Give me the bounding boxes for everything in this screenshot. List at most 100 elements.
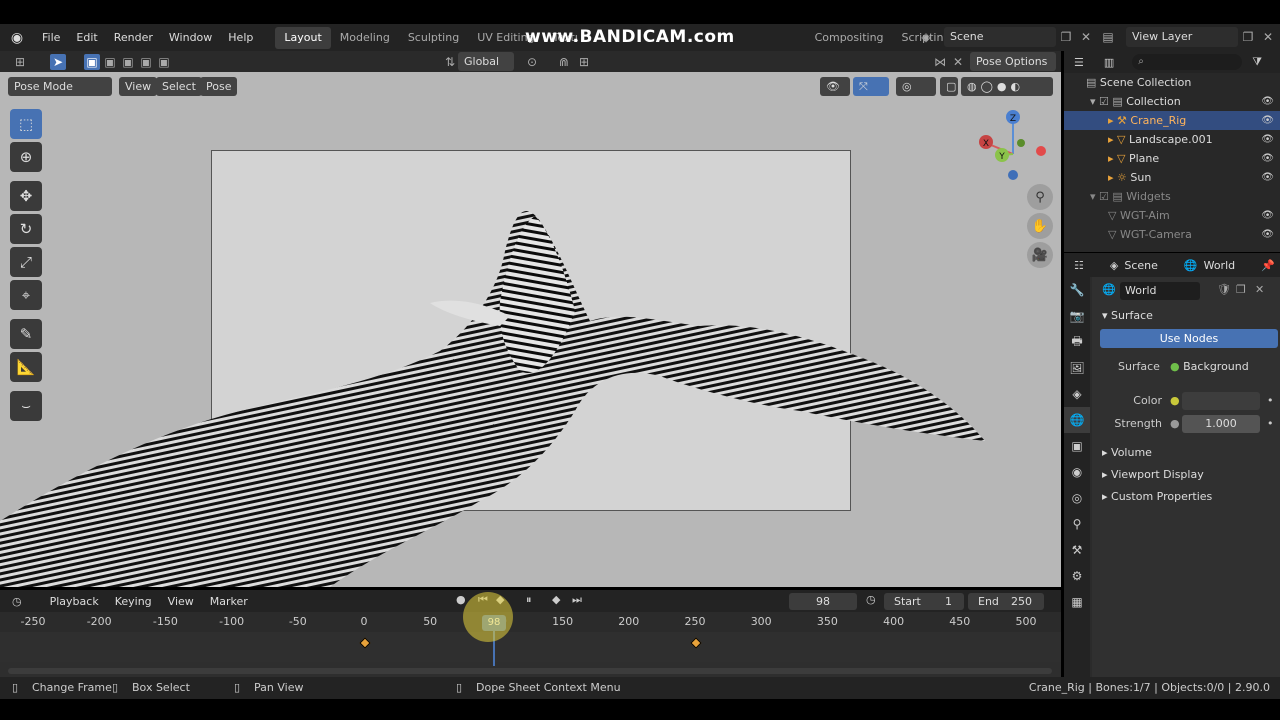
render-tab-icon[interactable]: 📷 [1064,303,1090,329]
outliner-row-collection[interactable]: ▾ ☑ ▤ Collection 👁 [1064,92,1280,111]
view-layer-icon[interactable]: ▤ [1100,29,1116,45]
volume-panel-header[interactable]: ▸ Volume [1092,442,1280,464]
outliner-row-sun[interactable]: ▸ ☼ Sun 👁 [1064,168,1280,187]
outliner-row-scene-collection[interactable]: ▤ Scene Collection [1064,73,1280,92]
outliner-row-crane-rig[interactable]: ▸ ⚒ Crane_Rig 👁 [1064,111,1280,130]
3d-viewport[interactable]: ⊞ ➤ ▣ ▣ ▣ ▣ ▣ ⇅ Global ⊙ ⋒ ⊞ ⋈ ✕ Pose Op… [0,51,1061,587]
fake-user-icon[interactable]: 🛡 [1217,283,1231,296]
bone-size-tool-icon[interactable]: ⌣ [10,391,42,421]
cursor-tool-icon[interactable]: ⊕ [10,142,42,172]
pan-hand-icon[interactable]: ✋ [1027,213,1053,239]
data-tab-icon[interactable]: ⚒ [1064,537,1090,563]
eye-icon[interactable]: 👁 [1261,111,1274,130]
keyframe-dot-icon[interactable]: • [1267,417,1274,430]
unlink-world-icon[interactable]: ✕ [1255,283,1264,296]
outliner-type-icon[interactable]: ☰ [1074,56,1084,69]
gizmo-neg-y[interactable] [1017,139,1025,147]
eye-icon[interactable]: 👁 [1261,225,1274,244]
surface-shader-field[interactable]: ● Background [1170,360,1249,373]
timeline-menu-playback[interactable]: Playback [50,595,99,608]
record-icon[interactable]: ● [456,593,466,606]
tab-compositing[interactable]: Compositing [806,27,893,49]
eye-icon[interactable]: 👁 [1261,206,1274,225]
constraint-tab-icon[interactable]: ⚲ [1064,511,1090,537]
timeline-keyframe-track[interactable] [0,632,1061,662]
menu-help[interactable]: Help [220,24,261,51]
menu-file[interactable]: File [34,24,68,51]
pause-icon[interactable]: ⏸ [526,593,532,607]
viewport-display-panel-header[interactable]: ▸ Viewport Display [1092,464,1280,486]
expand-arrow-icon[interactable]: ▾ ☑ ▤ [1090,95,1126,108]
menu-edit[interactable]: Edit [68,24,105,51]
select-box-tool-icon[interactable]: ⬚ [10,109,42,139]
jump-end-icon[interactable]: ⏭ [572,593,582,607]
tab-modeling[interactable]: Modeling [331,27,399,49]
view-layer-tab-icon[interactable]: 🖼 [1064,355,1090,381]
gizmo-neg-x[interactable] [1036,146,1046,156]
navigation-gizmo[interactable]: Z X Y [975,107,1055,187]
timeline-menu-view[interactable]: View [168,595,194,608]
new-world-icon[interactable]: ❐ [1236,283,1246,296]
custom-properties-panel-header[interactable]: ▸ Custom Properties [1092,486,1280,508]
strength-field[interactable]: 1.000 [1182,415,1260,433]
output-tab-icon[interactable]: 🖶 [1064,329,1090,355]
scene-breadcrumb[interactable]: Scene [1124,259,1158,272]
rotate-tool-icon[interactable]: ↻ [10,214,42,244]
start-frame-field[interactable]: Start 1 [884,593,964,610]
eye-icon[interactable]: 👁 [1261,149,1274,168]
new-view-layer-icon[interactable]: ❐ [1240,29,1256,45]
pin-icon[interactable]: 📌 [1261,259,1275,272]
physics-tab-icon[interactable]: ◎ [1064,485,1090,511]
expand-arrow-icon[interactable]: ▾ ☑ ▤ [1090,190,1126,203]
blender-logo-icon[interactable]: ◉ [0,24,34,51]
outliner-search-input[interactable]: ⌕ [1132,54,1243,70]
eye-icon[interactable]: 👁 [1261,130,1274,149]
end-frame-field[interactable]: End 250 [968,593,1044,610]
zoom-icon[interactable]: ⚲ [1027,184,1053,210]
filter-icon[interactable]: ⧩ [1252,55,1262,69]
scene-selector[interactable]: Scene [944,27,1056,47]
eye-icon[interactable]: 👁 [1261,92,1274,111]
scale-tool-icon[interactable]: ⤢ [10,247,42,277]
next-keyframe-icon[interactable]: ◆ [552,593,560,606]
gizmo-neg-z[interactable] [1008,170,1018,180]
view-layer-selector[interactable]: View Layer [1126,27,1238,47]
world-tab-icon[interactable]: 🌐 [1064,407,1090,433]
keyframe-dot-icon[interactable]: • [1267,394,1274,407]
color-swatch[interactable] [1182,392,1260,410]
modifier-tab-icon[interactable]: ◉ [1064,459,1090,485]
new-scene-icon[interactable]: ❐ [1058,29,1074,45]
current-frame-field[interactable]: 98 [789,593,857,610]
outliner-display-icon[interactable]: ▥ [1104,56,1114,69]
world-type-icon[interactable]: 🌐 [1102,283,1116,296]
timeline-menu-marker[interactable]: Marker [210,595,248,608]
scene-tab-icon[interactable]: ◈ [1064,381,1090,407]
outliner-row-widgets[interactable]: ▾ ☑ ▤ Widgets [1064,187,1280,206]
outliner-row-plane[interactable]: ▸ ▽ Plane 👁 [1064,149,1280,168]
measure-tool-icon[interactable]: 📐 [10,352,42,382]
world-breadcrumb[interactable]: World [1204,259,1236,272]
bone-tab-icon[interactable]: ⚙ [1064,563,1090,589]
properties-type-icon[interactable]: ☷ [1074,259,1084,272]
transform-tool-icon[interactable]: ⌖ [10,280,42,310]
eye-icon[interactable]: 👁 [1261,168,1274,187]
move-tool-icon[interactable]: ✥ [10,181,42,211]
surface-panel-header[interactable]: ▾ Surface [1092,305,1280,327]
camera-view-icon[interactable]: 🎥 [1027,242,1053,268]
world-name-field[interactable]: World [1120,282,1200,300]
outliner-row-landscape[interactable]: ▸ ▽ Landscape.001 👁 [1064,130,1280,149]
delete-scene-icon[interactable]: ✕ [1078,29,1094,45]
object-tab-icon[interactable]: ▣ [1064,433,1090,459]
outliner-row-wgt-camera[interactable]: ▽ WGT-Camera 👁 [1064,225,1280,244]
timeline-type-icon[interactable]: ◷ [12,595,22,608]
preview-range-icon[interactable]: ◷ [866,593,876,606]
texture-tab-icon[interactable]: ▦ [1064,589,1090,615]
tab-sculpting[interactable]: Sculpting [399,27,468,49]
delete-view-layer-icon[interactable]: ✕ [1260,29,1276,45]
annotate-tool-icon[interactable]: ✎ [10,319,42,349]
menu-render[interactable]: Render [106,24,161,51]
timeline-menu-keying[interactable]: Keying [115,595,152,608]
tab-layout[interactable]: Layout [275,26,331,49]
timeline-ruler[interactable]: -250-200-150-100-50050100150200250300350… [0,612,1061,632]
menu-window[interactable]: Window [161,24,220,51]
